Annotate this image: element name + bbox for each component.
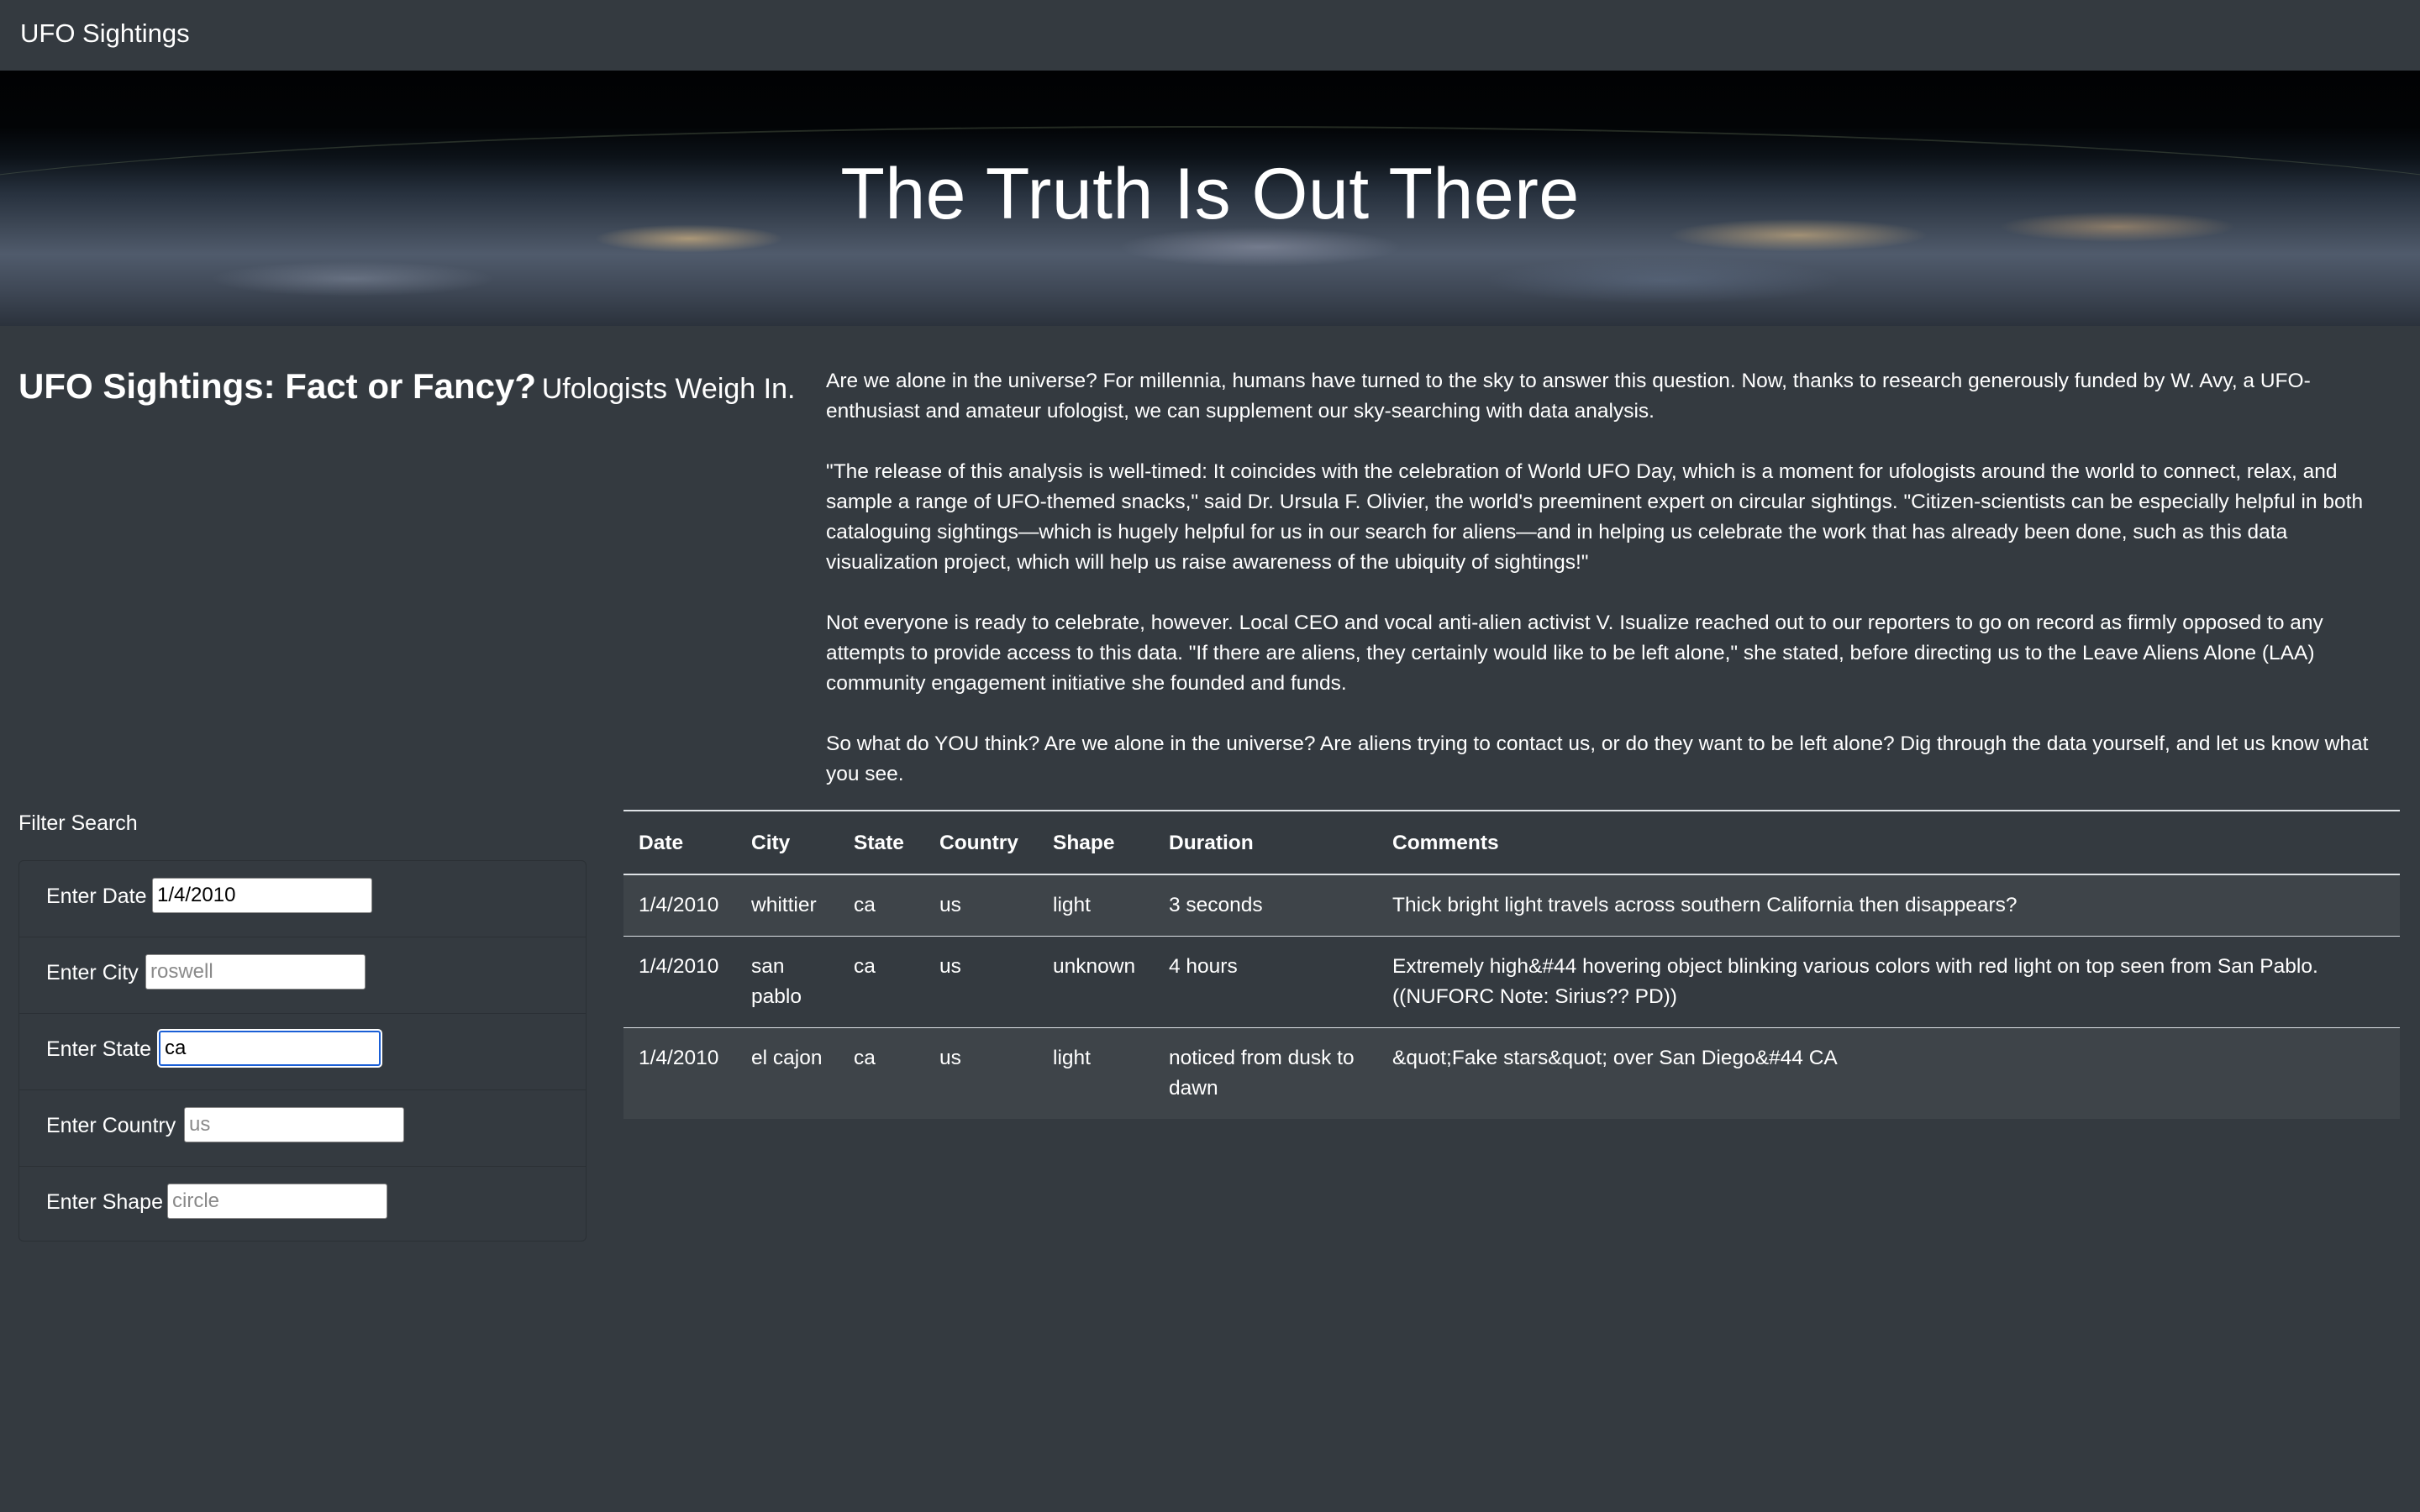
table-body: 1/4/2010 whittier ca us light 3 seconds …	[623, 874, 2400, 1119]
table-header-row: Date City State Country Shape Duration C…	[623, 810, 2400, 875]
column-header-duration: Duration	[1154, 810, 1377, 875]
shape-label: Enter Shape	[46, 1190, 163, 1214]
country-input[interactable]	[184, 1107, 404, 1142]
filter-row-shape: Enter Shape	[19, 1167, 586, 1243]
column-header-country: Country	[924, 810, 1038, 875]
cell-state: ca	[839, 936, 924, 1028]
column-header-date: Date	[623, 810, 736, 875]
cell-comments: Thick bright light travels across southe…	[1392, 894, 2018, 916]
city-input[interactable]	[145, 954, 366, 990]
date-input[interactable]	[152, 878, 372, 913]
article-body: Are we alone in the universe? For millen…	[826, 366, 2399, 820]
table-row: 1/4/2010 san pablo ca us unknown 4 hours…	[623, 936, 2400, 1028]
city-label: Enter City	[46, 961, 139, 984]
filter-panel: Enter Date Enter City Enter State Enter …	[18, 860, 587, 1242]
column-header-shape: Shape	[1038, 810, 1154, 875]
cell-duration: 3 seconds	[1169, 894, 1263, 916]
article-headline: UFO Sightings: Fact or Fancy? Ufologists…	[18, 366, 795, 407]
cell-city: san pablo	[736, 936, 839, 1028]
cell-duration: noticed from dusk to dawn	[1154, 1027, 1377, 1119]
hero-title: The Truth Is Out There	[840, 154, 1580, 234]
cell-date: 1/4/2010	[639, 894, 719, 916]
table-row: 1/4/2010 el cajon ca us light noticed fr…	[623, 1027, 2400, 1119]
headline-main: UFO Sightings: Fact or Fancy?	[18, 366, 537, 406]
date-label: Enter Date	[46, 885, 147, 908]
column-header-city: City	[736, 810, 839, 875]
article-paragraph: Are we alone in the universe? For millen…	[826, 370, 2311, 423]
cell-date: 1/4/2010	[623, 1027, 736, 1119]
cell-duration: 4 hours	[1154, 936, 1377, 1028]
cell-state: ca	[854, 894, 876, 916]
country-label: Enter Country	[46, 1114, 176, 1137]
filter-row-state: Enter State	[19, 1014, 586, 1090]
cell-shape: light	[1053, 894, 1091, 916]
state-label: Enter State	[46, 1037, 152, 1061]
cell-country: us	[939, 894, 961, 916]
state-input[interactable]	[159, 1031, 381, 1066]
cell-country: us	[924, 936, 1038, 1028]
cell-country: us	[924, 1027, 1038, 1119]
cell-shape: light	[1038, 1027, 1154, 1119]
sightings-table: Date City State Country Shape Duration C…	[623, 810, 2400, 1119]
navbar: UFO Sightings	[0, 0, 2420, 71]
cell-date: 1/4/2010	[623, 936, 736, 1028]
column-header-comments: Comments	[1377, 810, 2400, 875]
cell-comments: &quot;Fake stars&quot; over San Diego&#4…	[1377, 1027, 2400, 1119]
shape-input[interactable]	[167, 1184, 387, 1219]
column-header-state: State	[839, 810, 924, 875]
cell-shape: unknown	[1038, 936, 1154, 1028]
cell-city: el cajon	[736, 1027, 839, 1119]
cell-comments: Extremely high&#44 hovering object blink…	[1377, 936, 2400, 1028]
cell-city: whittier	[751, 894, 817, 916]
article-paragraph: "The release of this analysis is well-ti…	[826, 460, 2364, 574]
cell-state: ca	[839, 1027, 924, 1119]
headline-subtitle: Ufologists Weigh In.	[541, 373, 796, 405]
table-header: Date City State Country Shape Duration C…	[623, 810, 2400, 875]
filter-search-title: Filter Search	[18, 811, 138, 835]
filter-row-date: Enter Date	[19, 861, 586, 937]
hero-banner: The Truth Is Out There	[0, 71, 2420, 326]
table-row: 1/4/2010 whittier ca us light 3 seconds …	[623, 874, 2400, 937]
article-paragraph: So what do YOU think? Are we alone in th…	[826, 732, 2369, 785]
filter-row-country: Enter Country	[19, 1090, 586, 1167]
filter-row-city: Enter City	[19, 937, 586, 1014]
navbar-brand-link[interactable]: UFO Sightings	[20, 18, 190, 49]
article-paragraph: Not everyone is ready to celebrate, howe…	[826, 612, 2323, 695]
